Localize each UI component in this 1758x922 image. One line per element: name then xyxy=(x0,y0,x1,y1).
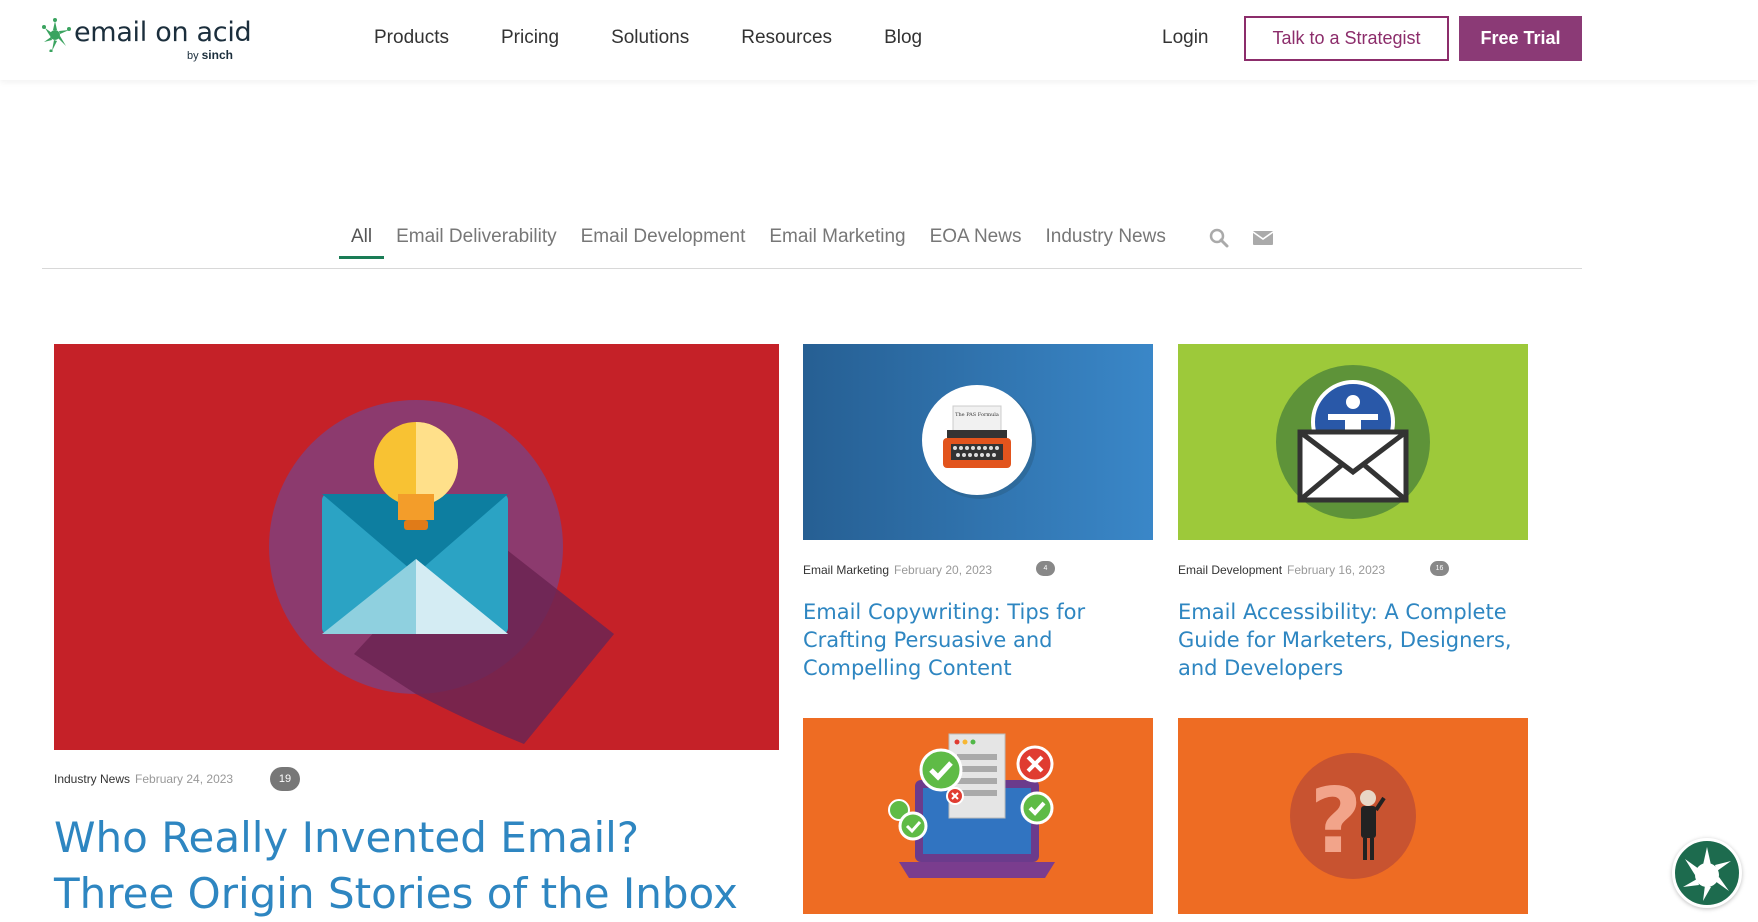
laptop-checklist-icon xyxy=(803,718,1153,914)
post-card-category[interactable]: Email Marketing xyxy=(803,563,889,577)
tab-eoa-news[interactable]: EOA News xyxy=(918,218,1034,259)
featured-post-date: February 24, 2023 xyxy=(135,772,234,786)
comment-bubble-icon: 19 xyxy=(270,767,300,791)
nav-pricing[interactable]: Pricing xyxy=(501,26,559,50)
search-icon[interactable] xyxy=(1209,228,1231,248)
post-card-comment-count[interactable]: 16 xyxy=(1430,561,1460,585)
nav-resources[interactable]: Resources xyxy=(741,26,832,50)
category-tabs: All Email Deliverability Email Developme… xyxy=(339,218,1178,269)
nav-products[interactable]: Products xyxy=(374,26,449,50)
tab-email-development[interactable]: Email Development xyxy=(569,218,758,259)
post-card-image-question[interactable]: ? xyxy=(1178,718,1528,914)
accessibility-envelope-icon xyxy=(1178,344,1528,540)
post-card-title-accessibility[interactable]: Email Accessibility: A Complete Guide fo… xyxy=(1178,598,1518,682)
main-nav: Products Pricing Solutions Resources Blo… xyxy=(374,26,974,50)
post-card-category[interactable]: Email Development xyxy=(1178,563,1282,577)
brand-logo[interactable]: email on acid by sinch xyxy=(42,18,252,64)
nav-blog[interactable]: Blog xyxy=(884,26,922,50)
post-card-date: February 16, 2023 xyxy=(1287,563,1386,577)
comment-bubble-icon: 4 xyxy=(1036,561,1055,576)
featured-post-image[interactable] xyxy=(54,344,779,750)
tab-email-marketing[interactable]: Email Marketing xyxy=(757,218,917,259)
splat-logo-icon xyxy=(42,18,71,52)
chat-splat-icon xyxy=(1683,847,1731,901)
featured-comment-count[interactable]: 19 xyxy=(270,767,300,791)
brand-sinch: sinch xyxy=(201,48,233,62)
category-filter-bar: All Email Deliverability Email Developme… xyxy=(42,218,1582,269)
free-trial-button[interactable]: Free Trial xyxy=(1459,16,1582,61)
post-card-image-copywriting[interactable]: The PAS Formula xyxy=(803,344,1153,540)
featured-post-category[interactable]: Industry News xyxy=(54,772,130,786)
talk-to-strategist-button[interactable]: Talk to a Strategist xyxy=(1244,16,1449,61)
typewriter-paper-text: The PAS Formula xyxy=(955,412,999,418)
post-card-title-copywriting[interactable]: Email Copywriting: Tips for Crafting Per… xyxy=(803,598,1143,682)
tab-all[interactable]: All xyxy=(339,218,385,259)
chat-launcher-button[interactable] xyxy=(1672,838,1742,908)
post-card-image-checklist[interactable] xyxy=(803,718,1153,914)
post-card-date: February 20, 2023 xyxy=(894,563,993,577)
email-subscribe-icon[interactable] xyxy=(1252,228,1274,248)
typewriter-icon: The PAS Formula xyxy=(803,344,1153,540)
featured-post-meta: Industry News February 24, 2023 xyxy=(54,772,233,786)
post-card-meta-copywriting: Email Marketing February 20, 2023 xyxy=(803,563,992,577)
nav-solutions[interactable]: Solutions xyxy=(611,26,689,50)
question-mark-person-icon: ? xyxy=(1178,718,1528,914)
login-link[interactable]: Login xyxy=(1162,26,1209,50)
brand-byline: by sinch xyxy=(187,48,233,62)
post-card-comment-count[interactable]: 4 xyxy=(1036,561,1066,585)
svg-text:?: ? xyxy=(1310,769,1362,874)
site-header: email on acid by sinch Products Pricing S… xyxy=(0,0,1758,80)
tab-industry-news[interactable]: Industry News xyxy=(1033,218,1177,259)
post-card-meta-accessibility: Email Development February 16, 2023 xyxy=(1178,563,1385,577)
tab-email-deliverability[interactable]: Email Deliverability xyxy=(384,218,569,259)
comment-bubble-icon: 16 xyxy=(1430,561,1449,576)
lightbulb-envelope-icon xyxy=(54,344,779,750)
brand-by: by xyxy=(187,50,199,62)
post-card-image-accessibility[interactable] xyxy=(1178,344,1528,540)
featured-post-title[interactable]: Who Really Invented Email? Three Origin … xyxy=(54,810,754,922)
brand-name: email on acid xyxy=(74,17,252,48)
